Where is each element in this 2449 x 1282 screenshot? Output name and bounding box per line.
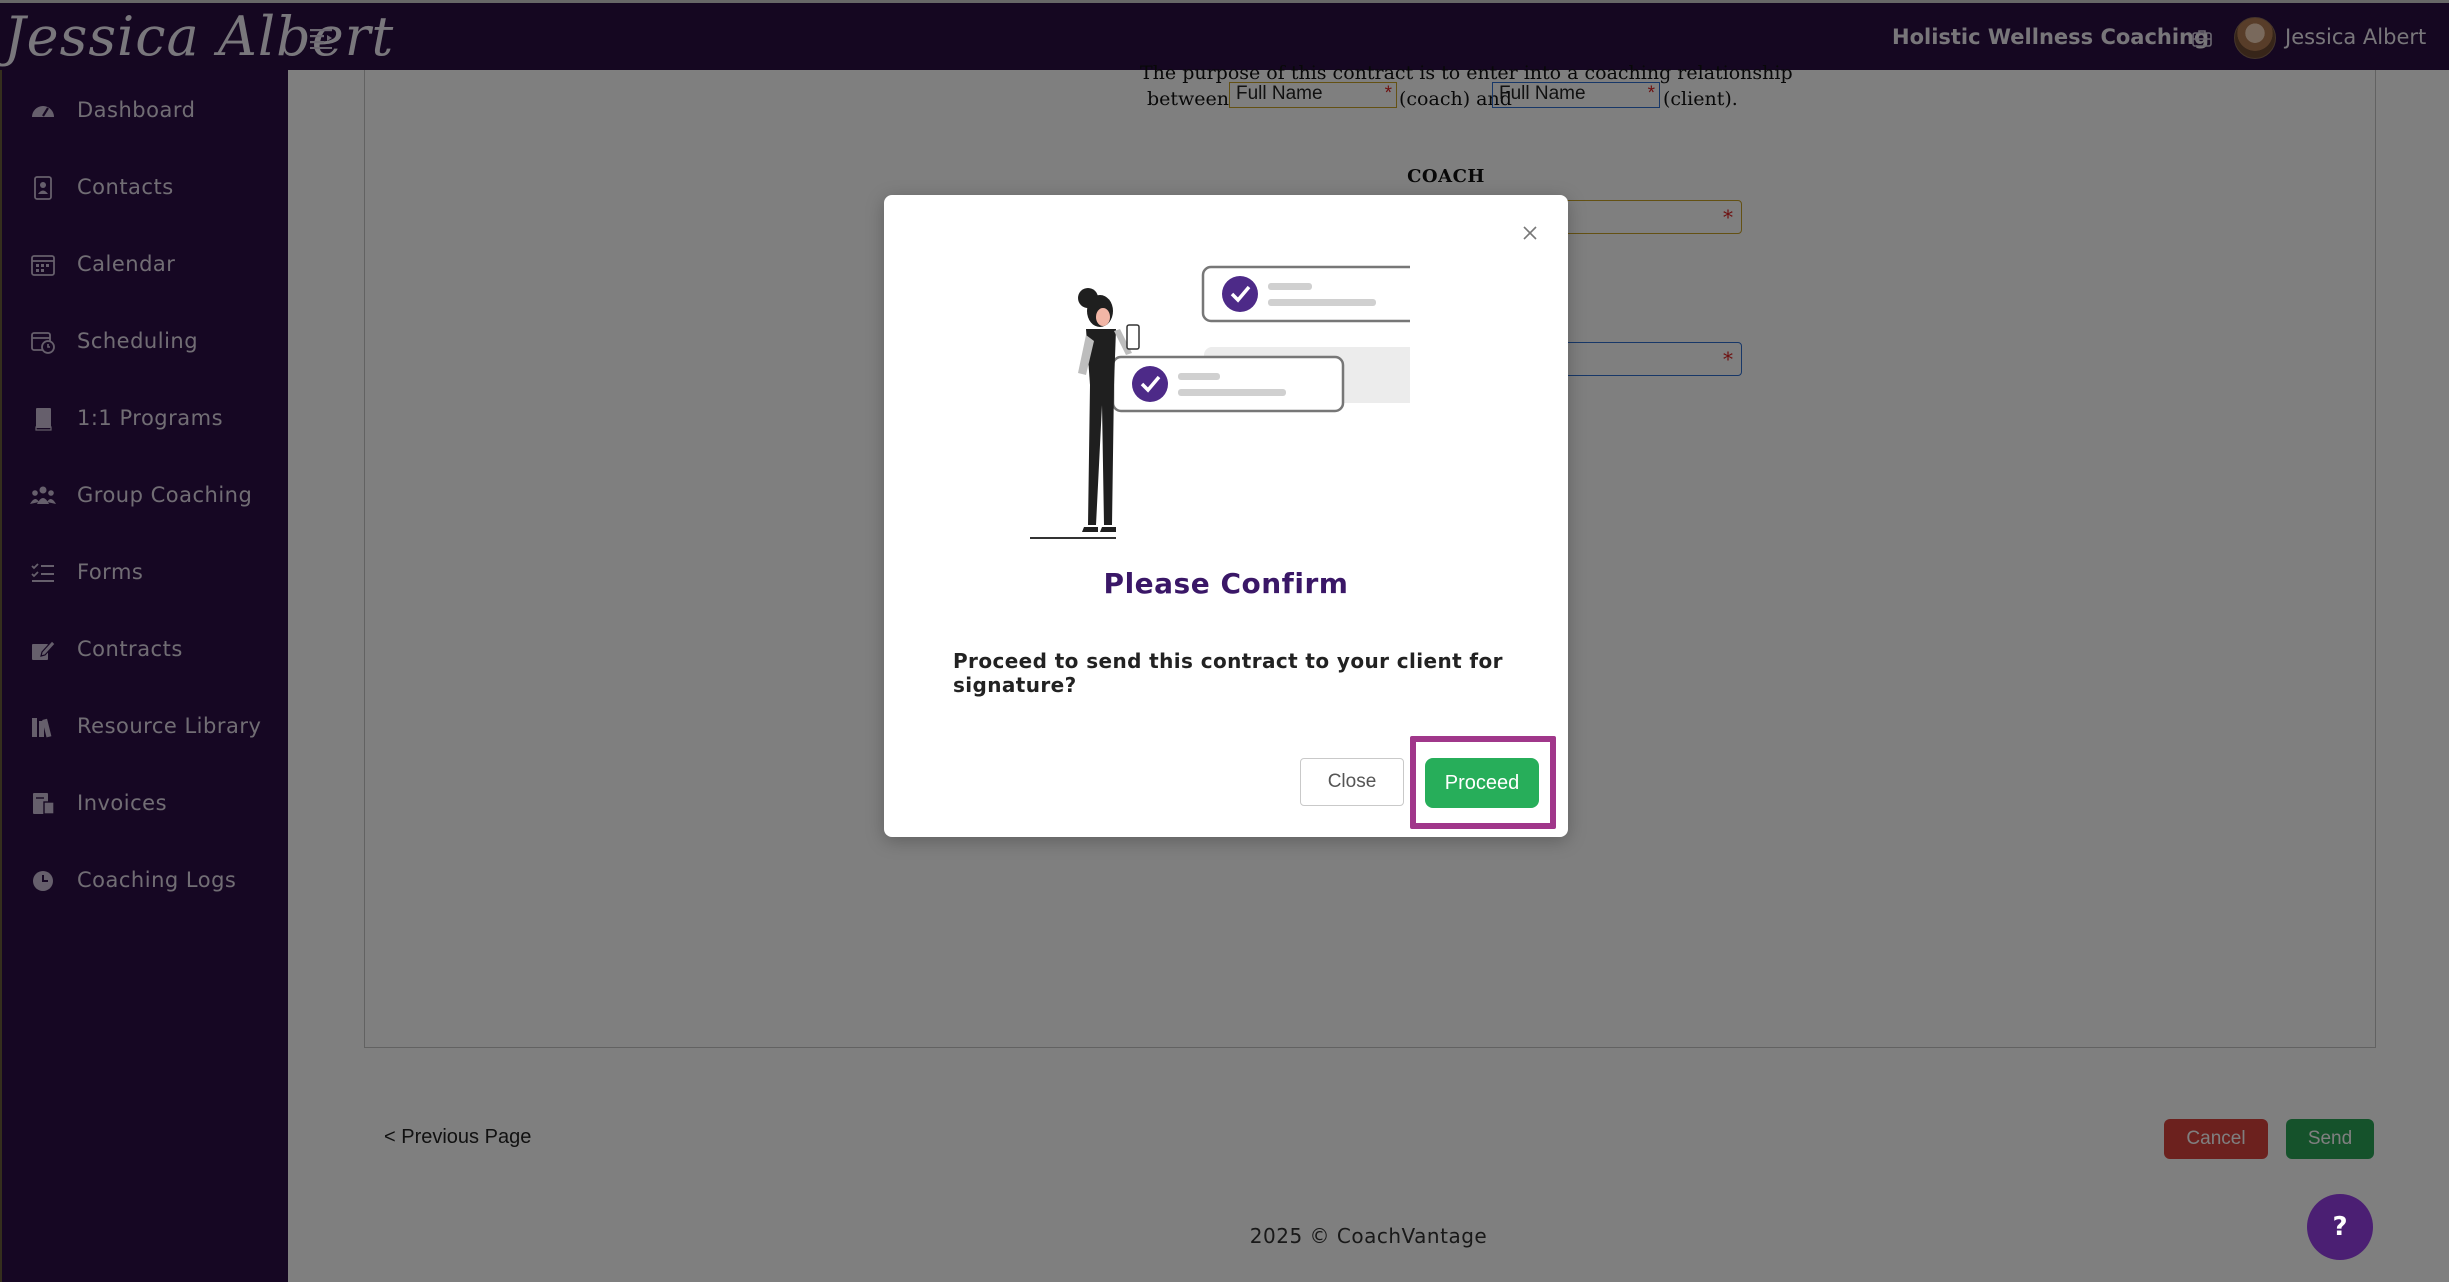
dialog-title: Please Confirm [1103, 567, 1349, 600]
help-button[interactable]: ? [2307, 1194, 2373, 1260]
dialog-message: Proceed to send this contract to your cl… [953, 649, 1503, 697]
proceed-button[interactable]: Proceed [1425, 758, 1539, 808]
close-icon[interactable] [1518, 221, 1542, 245]
close-button[interactable]: Close [1300, 758, 1404, 806]
confirmation-illustration [1030, 265, 1410, 539]
confirm-dialog: Please Confirm Proceed to send this cont… [884, 195, 1568, 837]
